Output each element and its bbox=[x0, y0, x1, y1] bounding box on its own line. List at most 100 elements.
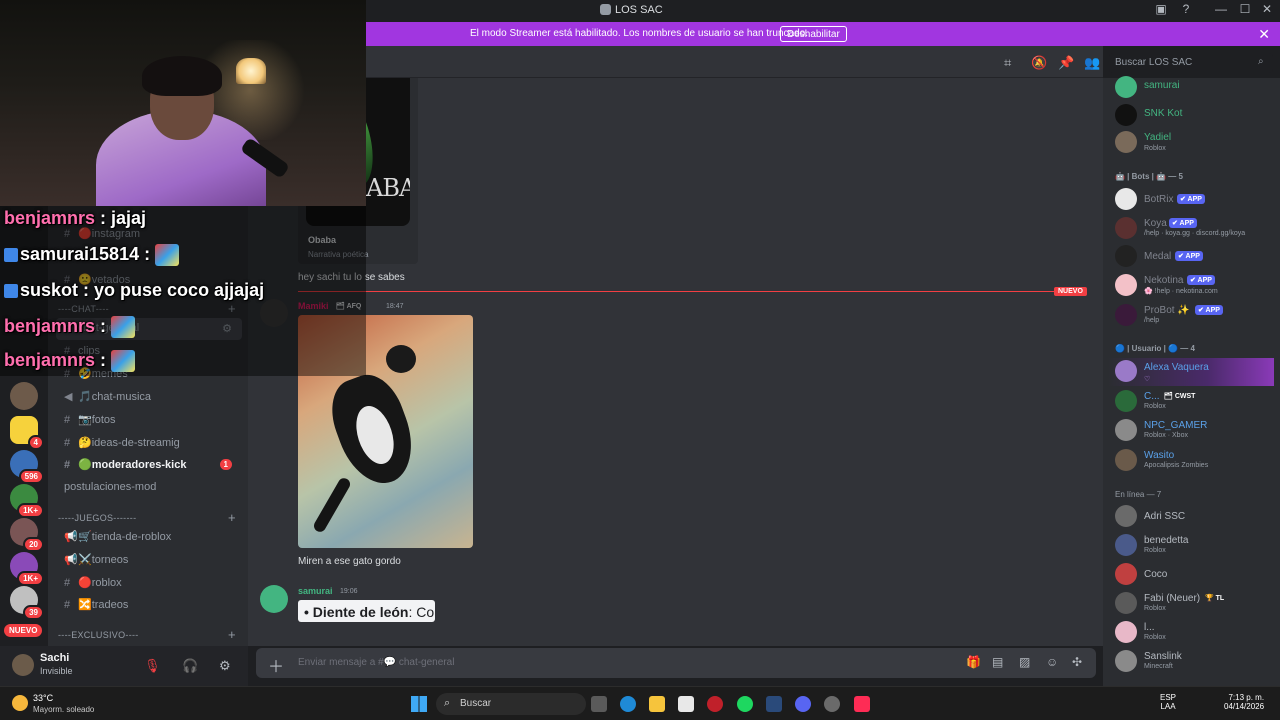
avatar[interactable] bbox=[1115, 390, 1137, 412]
opera-icon[interactable] bbox=[707, 696, 723, 712]
member-name[interactable]: C... bbox=[1144, 391, 1160, 402]
member-name[interactable]: Medal bbox=[1144, 251, 1171, 262]
help-icon[interactable]: ? bbox=[1175, 2, 1197, 20]
category-juegos[interactable]: -----JUEGOS------- bbox=[58, 513, 136, 523]
avatar[interactable] bbox=[1115, 360, 1137, 382]
server-icon[interactable]: 1K+ bbox=[10, 552, 44, 586]
avatar[interactable] bbox=[1115, 534, 1137, 556]
message-author[interactable]: samurai bbox=[298, 586, 333, 596]
avatar[interactable] bbox=[1115, 505, 1137, 527]
avatar[interactable] bbox=[1115, 592, 1137, 614]
member-name[interactable]: Alexa Vaquera bbox=[1144, 362, 1209, 373]
user-settings-icon[interactable]: ⚙ bbox=[219, 658, 231, 674]
channel-chat-musica[interactable]: ◀ 🎵chat-musica bbox=[56, 386, 242, 408]
deafen-icon[interactable]: 🎧 bbox=[182, 658, 198, 674]
apps-icon[interactable]: ✣ bbox=[1072, 655, 1082, 669]
member-name[interactable]: l... bbox=[1144, 622, 1155, 633]
weather-sun-icon[interactable] bbox=[12, 695, 28, 711]
server-icon[interactable] bbox=[10, 382, 38, 410]
attach-icon[interactable]: ＋ bbox=[268, 653, 284, 677]
edge-icon[interactable] bbox=[620, 696, 636, 712]
inbox-icon[interactable]: ▣ bbox=[1150, 2, 1172, 20]
member-name[interactable]: Wasito bbox=[1144, 450, 1174, 461]
member-name[interactable]: Adri SSC bbox=[1144, 511, 1185, 522]
avatar[interactable] bbox=[1115, 650, 1137, 672]
disable-streamer-button[interactable]: Deshabilitar bbox=[780, 26, 847, 42]
member-name[interactable]: samurai bbox=[1144, 80, 1180, 91]
search-input[interactable]: Buscar LOS SAC bbox=[1109, 53, 1273, 73]
close-banner-icon[interactable]: ✕ bbox=[1258, 26, 1270, 43]
member-name[interactable]: SNK Kot bbox=[1144, 108, 1182, 119]
member-name[interactable]: Sanslink bbox=[1144, 651, 1182, 662]
avatar[interactable] bbox=[1115, 274, 1137, 296]
member-list-icon[interactable]: 👥 bbox=[1084, 55, 1100, 71]
member-name[interactable]: Fabi (Neuer) bbox=[1144, 593, 1200, 604]
member-name[interactable]: Coco bbox=[1144, 569, 1167, 580]
spotify-icon[interactable] bbox=[737, 696, 753, 712]
notifications-icon[interactable]: 🔕 bbox=[1031, 55, 1047, 71]
message-embed[interactable]: • Diente de león: Co bbox=[298, 600, 435, 622]
channel-tradeos[interactable]: # 🔀tradeos bbox=[56, 594, 242, 616]
category-exclusivo[interactable]: ----EXCLUSIVO---- bbox=[58, 630, 139, 640]
channel-ideas-de-streamig[interactable]: # 🤔ideas-de-streamig bbox=[56, 432, 242, 454]
channel-moderadores-kick[interactable]: # 🟢moderadores-kick 1 bbox=[56, 454, 242, 476]
weather-temp[interactable]: 33°C bbox=[33, 693, 53, 703]
minimize-button[interactable]: — bbox=[1210, 2, 1232, 20]
member-name[interactable]: ProBot ✨ bbox=[1144, 305, 1190, 316]
threads-icon[interactable]: ⌗ bbox=[1004, 55, 1011, 71]
channel-tienda-de-roblox[interactable]: 📢🛒tienda-de-roblox bbox=[56, 526, 242, 548]
server-icon[interactable]: 1K+ bbox=[10, 484, 44, 518]
avatar[interactable] bbox=[12, 654, 34, 676]
mute-mic-icon[interactable]: 🎙 bbox=[144, 658, 161, 674]
language-indicator[interactable]: ESP LAA bbox=[1160, 693, 1176, 711]
channel-roblox[interactable]: # 🔴roblox bbox=[56, 572, 242, 594]
member-name[interactable]: NPC_GAMER bbox=[1144, 420, 1207, 431]
weather-desc[interactable]: Mayorm. soleado bbox=[33, 705, 94, 714]
pin-icon[interactable]: 📌 bbox=[1058, 55, 1074, 71]
file-explorer-icon[interactable] bbox=[649, 696, 665, 712]
new-unreads-pill[interactable]: NUEVO bbox=[4, 624, 43, 637]
member-name[interactable]: benedetta bbox=[1144, 535, 1189, 546]
avatar[interactable] bbox=[1115, 188, 1137, 210]
member-name[interactable]: Yadiel bbox=[1144, 132, 1171, 143]
avatar[interactable] bbox=[1115, 449, 1137, 471]
member-name[interactable]: BotRix bbox=[1144, 194, 1173, 205]
avatar[interactable] bbox=[260, 585, 288, 613]
channel-postulaciones-mod[interactable]: postulaciones-mod bbox=[56, 477, 242, 499]
server-icon[interactable]: 39 bbox=[10, 586, 44, 620]
avatar[interactable] bbox=[1115, 304, 1137, 326]
emoji-icon[interactable]: ☺ bbox=[1046, 655, 1058, 669]
tiktok-icon[interactable] bbox=[854, 696, 870, 712]
avatar[interactable] bbox=[1115, 104, 1137, 126]
server-icon[interactable]: 4 bbox=[10, 416, 44, 450]
avatar[interactable] bbox=[1115, 76, 1137, 98]
sticker-icon[interactable]: ▨ bbox=[1019, 655, 1030, 669]
message-input[interactable]: Enviar mensaje a #💬 chat-general bbox=[298, 657, 454, 668]
channel-fotos[interactable]: # 📷fotos bbox=[56, 409, 242, 431]
avatar[interactable] bbox=[1115, 217, 1137, 239]
steam-icon[interactable] bbox=[766, 696, 782, 712]
add-channel-icon[interactable]: + bbox=[228, 510, 236, 525]
maximize-button[interactable]: ☐ bbox=[1234, 2, 1256, 20]
add-channel-icon[interactable]: + bbox=[228, 627, 236, 642]
start-button[interactable] bbox=[411, 696, 427, 712]
server-icon[interactable]: 20 bbox=[10, 518, 44, 552]
store-icon[interactable] bbox=[678, 696, 694, 712]
channel-torneos[interactable]: 📢⚔️torneos bbox=[56, 549, 242, 571]
gift-icon[interactable]: 🎁 bbox=[966, 655, 981, 669]
close-window-button[interactable]: ✕ bbox=[1256, 2, 1278, 20]
avatar[interactable] bbox=[1115, 131, 1137, 153]
taskbar-search[interactable]: ⌕ Buscar bbox=[436, 693, 586, 715]
message-composer[interactable]: ＋ Enviar mensaje a #💬 chat-general 🎁 ▤ ▨… bbox=[256, 648, 1096, 678]
gif-icon[interactable]: ▤ bbox=[992, 655, 1003, 669]
member-name[interactable]: Nekotina bbox=[1144, 275, 1183, 286]
avatar[interactable] bbox=[1115, 245, 1137, 267]
obs-icon[interactable] bbox=[824, 696, 840, 712]
server-icon[interactable]: 596 bbox=[10, 450, 44, 484]
task-view-icon[interactable] bbox=[591, 696, 607, 712]
avatar[interactable] bbox=[1115, 563, 1137, 585]
discord-icon[interactable] bbox=[795, 696, 811, 712]
avatar[interactable] bbox=[1115, 419, 1137, 441]
system-clock[interactable]: 7:13 p. m. 04/14/2026 bbox=[1224, 693, 1264, 711]
avatar[interactable] bbox=[1115, 621, 1137, 643]
